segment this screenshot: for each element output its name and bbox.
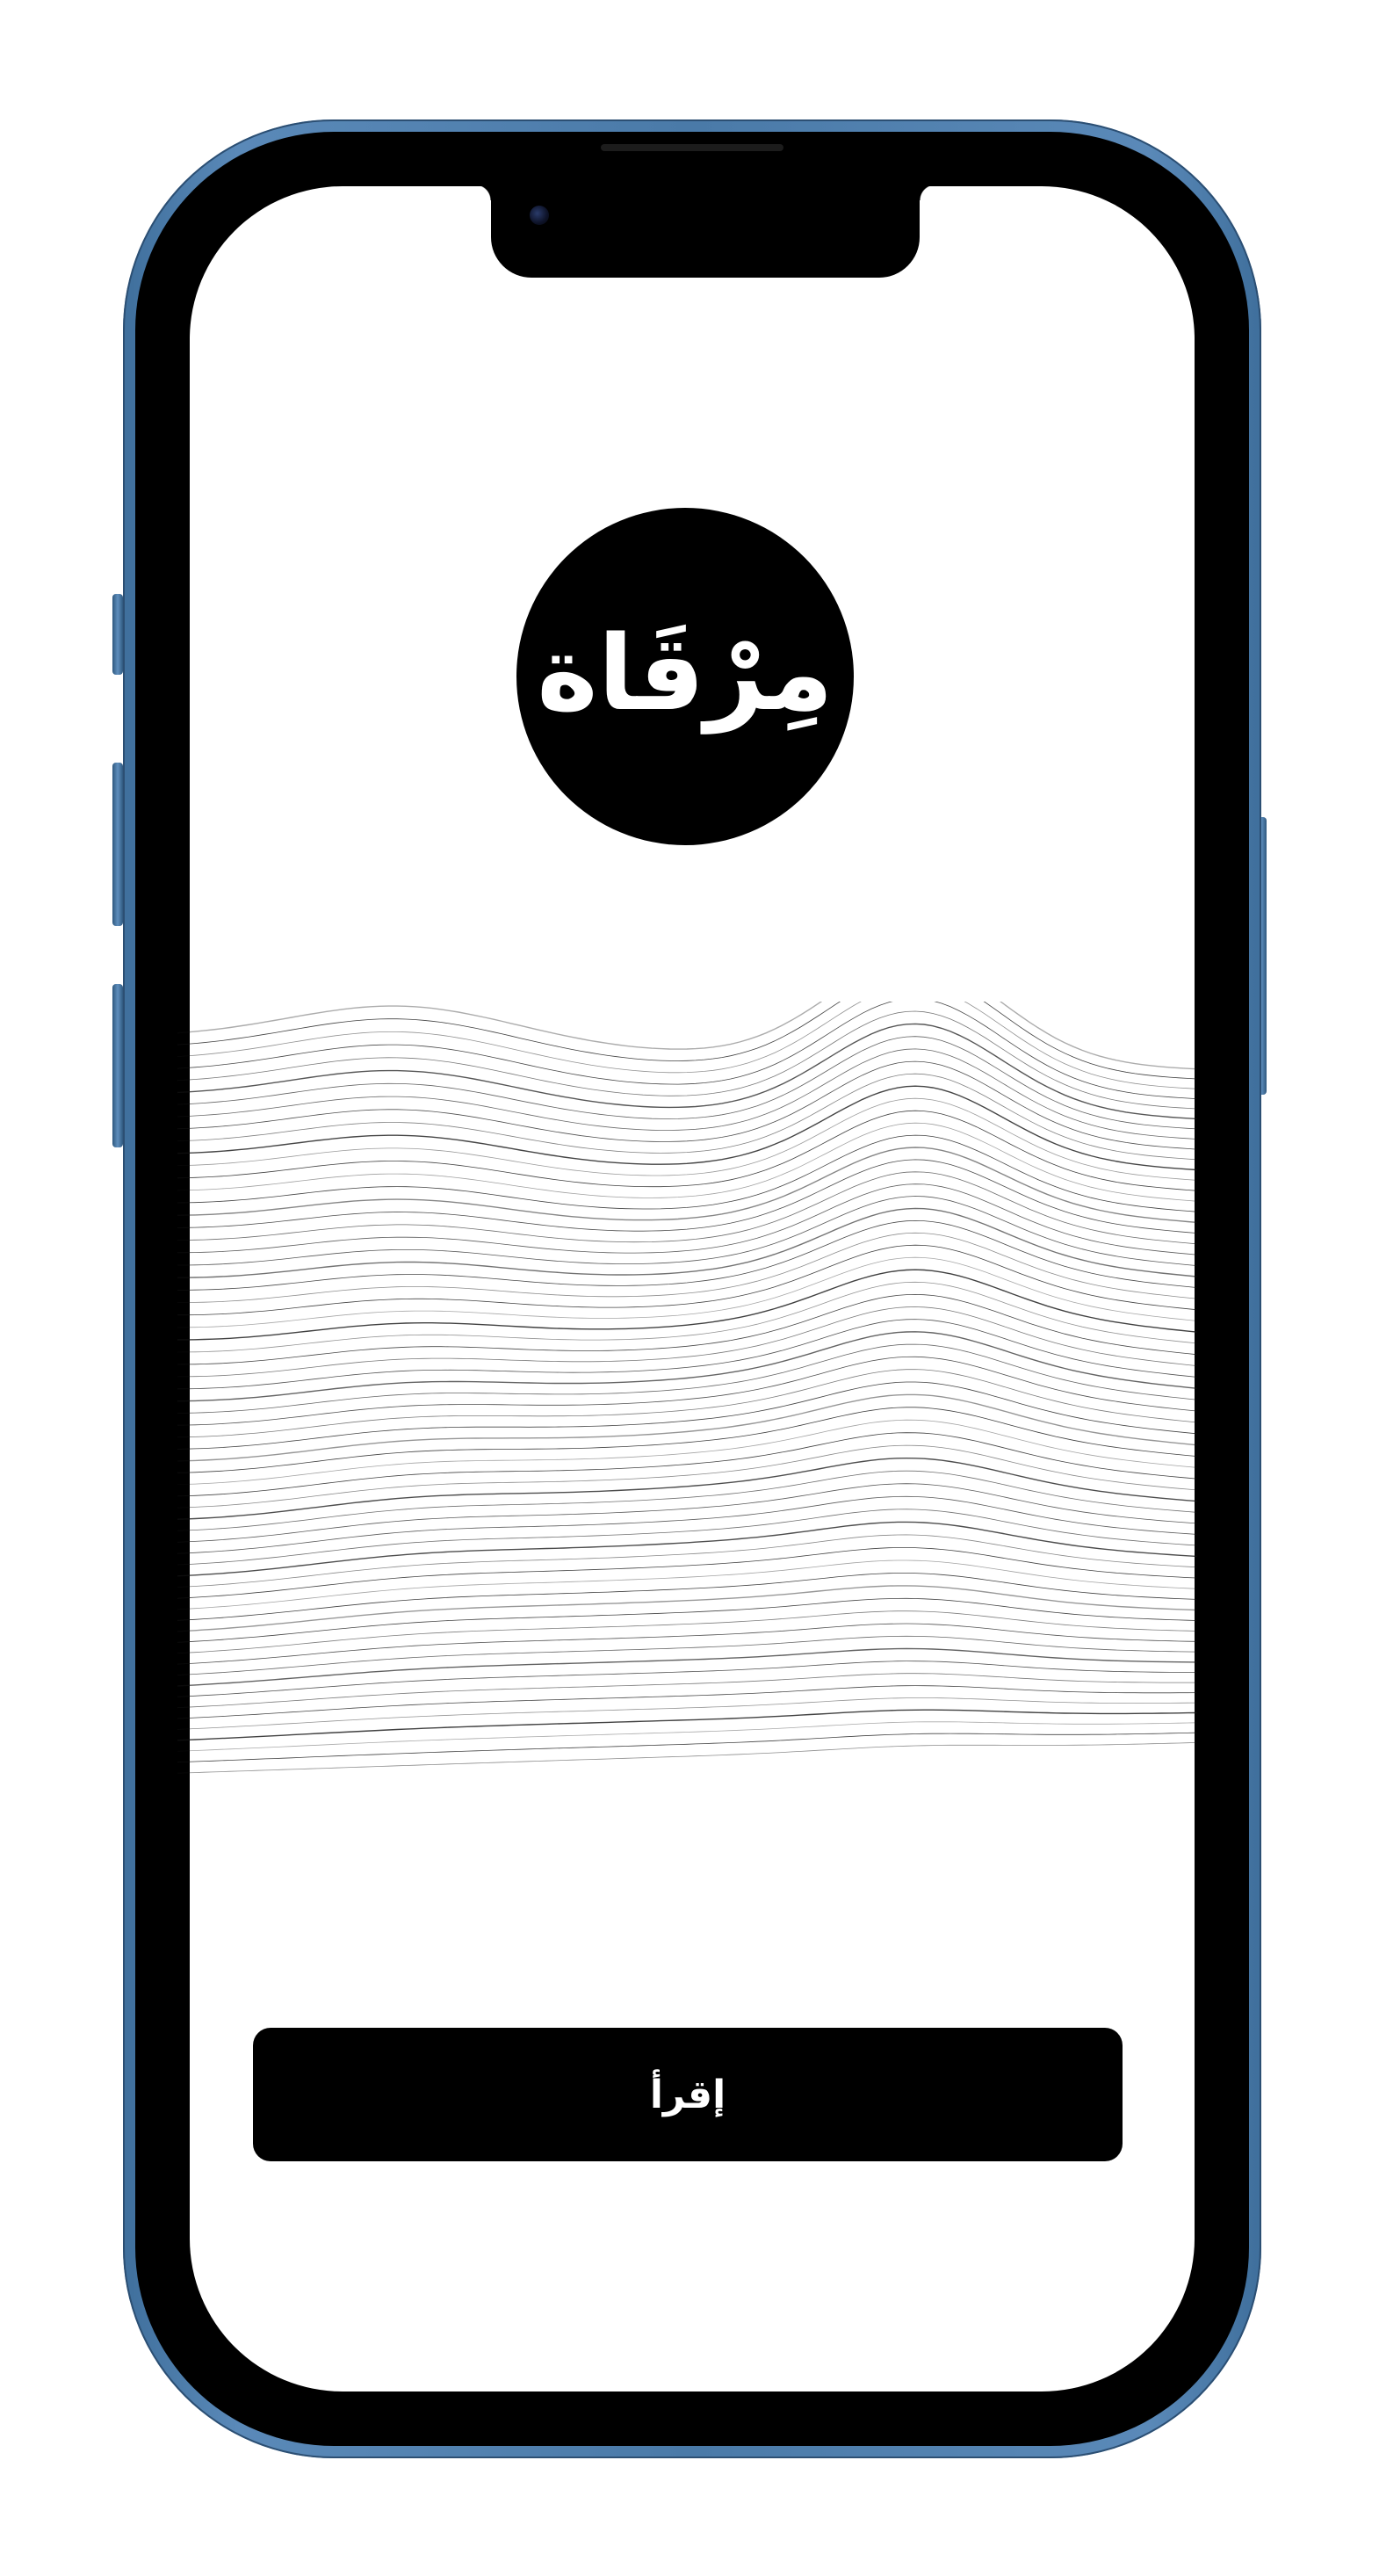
wave-line [177,1610,1197,1654]
wave-line [177,1483,1197,1543]
wave-line [177,1470,1197,1531]
wave-line [177,1647,1197,1687]
wave-line [177,1122,1197,1202]
wave-line [177,1134,1197,1212]
app-logo: مِرْقَاة [516,508,854,845]
mute-switch [112,594,123,675]
wave-line [177,1232,1197,1303]
wave-line [177,1635,1197,1675]
wave-line [177,1002,1197,1080]
wave-line [177,1721,1197,1752]
camera-dot-icon [530,206,549,225]
wave-line [177,1407,1197,1473]
wave-lines-illustration [177,1002,1197,1774]
wave-line [177,1183,1197,1255]
wave-line [177,1036,1197,1130]
volume-up-button [112,763,123,926]
device-mockup-canvas: مِرْقَاة إقرأ [0,0,1379,2576]
wave-line [177,1742,1197,1774]
wave-line [177,1147,1197,1223]
wave-line [177,1256,1197,1328]
wave-line [177,1281,1197,1353]
wave-line [177,1573,1197,1621]
wave-line [177,1369,1197,1438]
wave-line [177,1585,1197,1632]
wave-line [177,1023,1197,1120]
wave-line [177,1010,1197,1110]
wave-line [177,1697,1197,1730]
wave-line [177,1331,1197,1402]
wave-line [177,1457,1197,1520]
wave-line [177,1419,1197,1486]
wave-line [177,1219,1197,1291]
wave-line [177,1196,1197,1266]
wave-line [177,1110,1197,1191]
wave-line [177,1381,1197,1450]
wave-line [177,1547,1197,1599]
wave-line [177,1002,1197,1089]
volume-down-button [112,984,123,1147]
wave-line [177,1002,1197,1070]
wave-line [177,1661,1197,1697]
wave-line [177,1306,1197,1378]
wave-line [177,1509,1197,1566]
wave-line [177,1444,1197,1509]
wave-line [177,1393,1197,1462]
read-button[interactable]: إقرأ [253,2028,1123,2161]
notch [475,186,935,278]
wave-line [177,1343,1197,1414]
wave-line [177,1521,1197,1577]
read-button-label: إقرأ [649,2072,726,2117]
speaker-grille [601,144,783,151]
wave-line [177,1732,1197,1763]
wave-line [177,1269,1197,1341]
wave-line [177,1356,1197,1426]
wave-line [177,1709,1197,1741]
wave-line [177,1048,1197,1140]
logo-text: مِرْقَاة [537,612,834,734]
